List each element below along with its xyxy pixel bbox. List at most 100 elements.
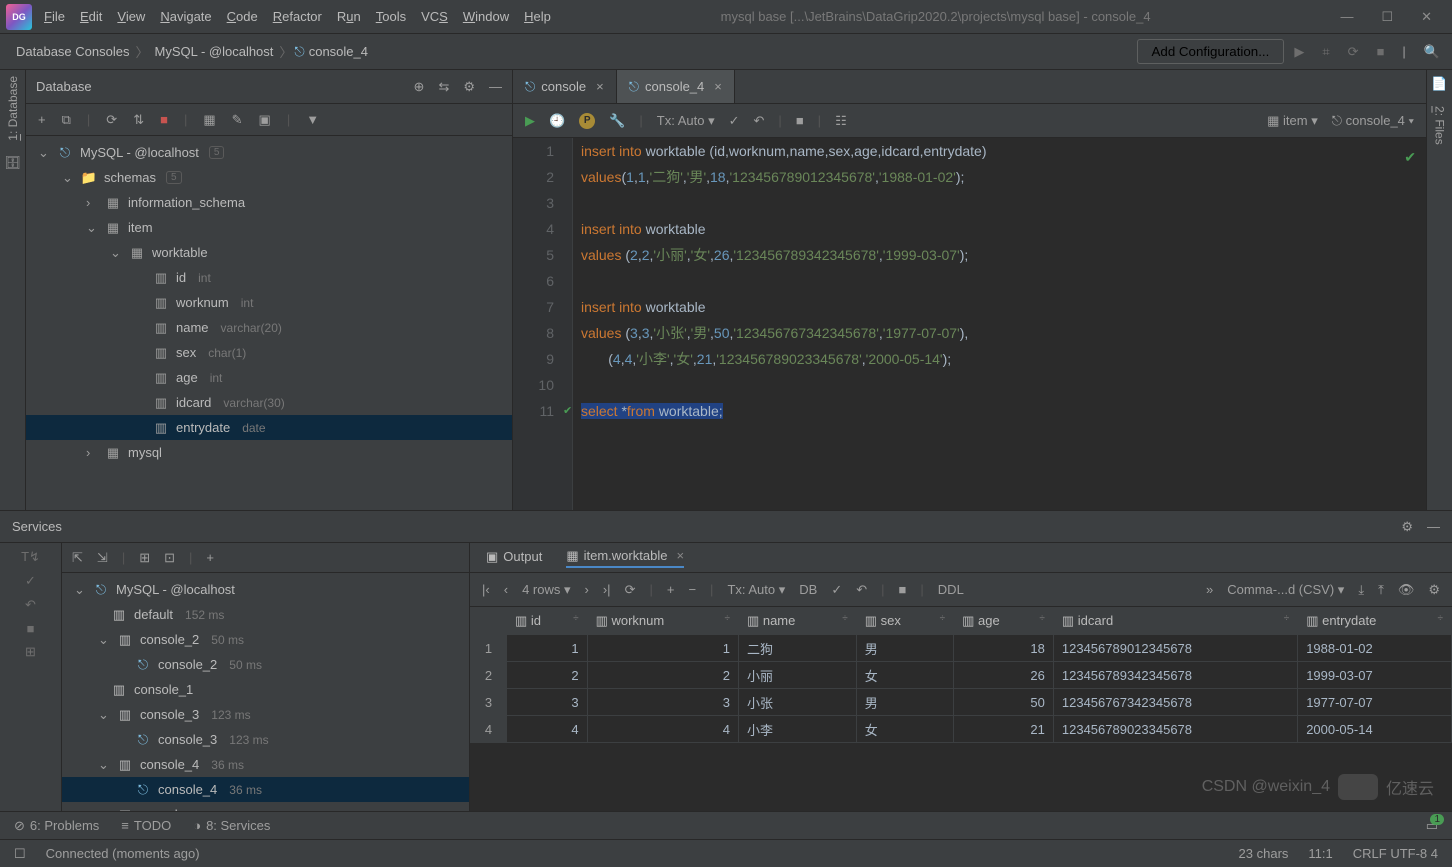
next-icon[interactable]: › [585,582,589,597]
commit-icon[interactable]: ✓ [729,113,740,129]
sync-icon[interactable]: ⇅ [133,112,144,128]
add-configuration-button[interactable]: Add Configuration... [1137,39,1285,64]
tab-console-4[interactable]: ⎋console_4× [617,70,735,103]
svc-console3-item[interactable]: ⎋console_3123 ms [62,727,469,752]
more-icon[interactable]: » [1206,582,1213,597]
table-icon[interactable]: ▦ [203,112,215,128]
tree-worktable[interactable]: ⌄▦worktable [26,240,512,265]
filter-icon[interactable]: ⊡ [164,550,175,566]
tree-col-idcard[interactable]: ▥idcardvarchar(30) [26,390,512,415]
cancel-icon[interactable]: ■ [899,582,907,597]
tx-icon[interactable]: T↯ [21,549,40,565]
copy-icon[interactable]: ⧉ [62,112,71,128]
search-icon[interactable]: 🔍 [1424,44,1440,60]
commit-icon[interactable]: ✓ [831,582,842,598]
gear-icon[interactable]: ⚙ [1401,519,1413,535]
svc-console[interactable]: ⌄▥console [62,802,469,811]
menu-help[interactable]: Help [524,9,551,24]
tree-datasource[interactable]: ⌄⎋MySQL - @localhost5 [26,140,512,165]
col-rownum[interactable] [471,608,507,635]
prev-icon[interactable]: ‹ [504,582,508,597]
table-row[interactable]: 111二狗男181234567890123456781988-01-02 [471,635,1452,662]
layout-icon[interactable]: ⊞ [25,644,36,660]
menu-run[interactable]: Run [337,9,361,24]
filter-icon[interactable]: ▼ [306,112,319,127]
tree-col-sex[interactable]: ▥sexchar(1) [26,340,512,365]
stop-icon[interactable]: ■ [160,112,168,127]
history-icon[interactable]: 🕘 [549,113,565,129]
collapse-icon[interactable]: ⇲ [97,550,108,566]
tree-col-age[interactable]: ▥ageint [26,365,512,390]
coverage-icon[interactable]: ⟳ [1348,44,1359,60]
table-row[interactable]: 222小丽女261234567893423456781999-03-07 [471,662,1452,689]
add-icon[interactable]: + [206,550,214,565]
svc-datasource[interactable]: ⌄⎋MySQL - @localhost [62,577,469,602]
minimize-icon[interactable]: — [1340,9,1353,25]
add-row-icon[interactable]: + [667,582,675,597]
tree-info-schema[interactable]: ›▦information_schema [26,190,512,215]
menu-refactor[interactable]: Refactor [273,9,322,24]
svc-default[interactable]: ▥default152 ms [62,602,469,627]
tree-col-id[interactable]: ▥idint [26,265,512,290]
col-entrydate[interactable]: ▥ entrydate÷ [1298,608,1452,635]
tx-dropdown[interactable]: Tx: Auto ▾ [727,582,785,598]
svc-console1[interactable]: ▥console_1 [62,677,469,702]
tab-todo[interactable]: ≡ TODO [121,818,171,833]
col-age[interactable]: ▥ age÷ [954,608,1054,635]
col-idcard[interactable]: ▥ idcard÷ [1053,608,1297,635]
settings-icon[interactable]: ⚙ [463,79,475,95]
tab-output[interactable]: ▣Output [486,549,542,567]
tab-worktable[interactable]: ▦item.worktable× [566,548,684,568]
first-icon[interactable]: |‹ [482,582,490,597]
svc-console2[interactable]: ⌄▥console_250 ms [62,627,469,652]
gear-icon[interactable]: ⚙ [1428,582,1440,598]
event-indicator[interactable]: ▭1 [1426,818,1438,834]
close-icon[interactable]: ✕ [1421,9,1432,25]
view-icon[interactable]: 👁 [1398,582,1415,598]
tab-console[interactable]: ⎋console× [513,70,617,103]
menu-code[interactable]: Code [227,9,258,24]
explain-icon[interactable]: ☷ [835,113,847,129]
tree-mysql[interactable]: ›▦mysql [26,440,512,465]
menu-tools[interactable]: Tools [376,9,406,24]
tab-services[interactable]: ◑ 8: Services [193,818,270,833]
hide-icon[interactable]: — [1427,519,1440,535]
collapse-icon[interactable]: ⇆ [438,79,449,95]
add-icon[interactable]: + [38,112,46,127]
rollback-icon[interactable]: ↶ [754,113,765,129]
tab-problems[interactable]: ⊘ 6: Problems [14,818,99,834]
menu-vcs[interactable]: VCS [421,9,448,24]
db-icon[interactable]: DB [799,582,817,597]
svc-console3[interactable]: ⌄▥console_3123 ms [62,702,469,727]
last-icon[interactable]: ›| [603,582,611,597]
svc-console4-item[interactable]: ⎋console_436 ms [62,777,469,802]
debug-icon[interactable]: ⌗ [1322,44,1329,60]
edit-icon[interactable]: ✎ [232,112,243,128]
table-row[interactable]: 333小张男501234567673423456781977-07-07 [471,689,1452,716]
svc-console2-item[interactable]: ⎋console_250 ms [62,652,469,677]
run-icon[interactable]: ▶ [1294,44,1304,60]
menu-window[interactable]: Window [463,9,509,24]
files-icon[interactable]: 📄 [1431,76,1447,92]
target-icon[interactable]: ⊕ [414,79,425,95]
group-icon[interactable]: ⊞ [139,550,150,566]
wrench-icon[interactable]: 🔧 [609,113,625,129]
console-icon[interactable]: ▣ [259,112,271,128]
undo-icon[interactable]: ↶ [25,597,36,613]
close-icon[interactable]: × [672,548,684,563]
download-icon[interactable]: ⤓ [1358,582,1364,598]
tree-item[interactable]: ⌄▦item [26,215,512,240]
stop-icon[interactable]: ■ [27,621,35,636]
expand-icon[interactable]: ⇱ [72,550,83,566]
upload-icon[interactable]: ⤒ [1378,582,1384,598]
table-row[interactable]: 444小李女211234567890233456782000-05-14 [471,716,1452,743]
menu-view[interactable]: View [117,9,145,24]
hide-icon[interactable]: — [489,79,502,95]
menu-file[interactable]: File [44,9,65,24]
maximize-icon[interactable]: ☐ [1381,9,1393,25]
rows-dropdown[interactable]: 4 rows ▾ [522,582,570,598]
code-body[interactable]: ✔insert into worktable (id,worknum,name,… [573,138,1426,510]
crumb-db[interactable]: MySQL - @localhost [150,44,277,59]
svc-console4[interactable]: ⌄▥console_436 ms [62,752,469,777]
col-id[interactable]: ▥ id÷ [507,608,588,635]
